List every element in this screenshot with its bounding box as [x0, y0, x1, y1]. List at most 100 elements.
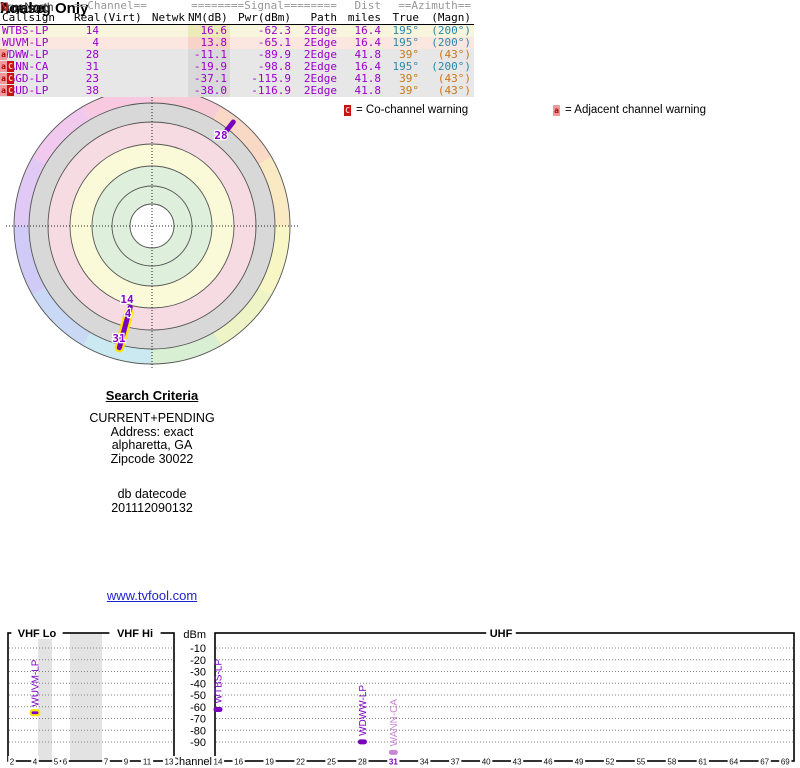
band-label: UHF	[490, 628, 513, 640]
col-nm: NM(dB)	[188, 12, 231, 25]
col-miles: miles	[340, 12, 385, 25]
station-signal-marker	[357, 739, 367, 745]
cell-virt	[102, 49, 144, 61]
dbm-tick-label: -80	[190, 725, 206, 737]
db-datecode-label: db datecode	[117, 487, 187, 501]
dbm-tick-label: -60	[190, 702, 206, 714]
channel-tick-label: 34	[420, 758, 429, 767]
dbm-tick-label: -20	[190, 655, 206, 667]
cell-netwk	[144, 73, 188, 85]
col-true: True	[384, 12, 423, 25]
adjacent-channel-warning-icon: a	[553, 104, 560, 116]
cell-virt	[102, 37, 144, 49]
channel-tick-label: 11	[143, 758, 152, 767]
legend-adjacent-channel: a = Adjacent channel warning	[553, 104, 706, 116]
station-signal-marker	[388, 749, 398, 755]
dbm-tick-label: -10	[190, 643, 206, 655]
search-zipcode: Zipcode 30022	[110, 451, 194, 466]
tvfool-report: house Analog Only TrueNorth N 28 14 4 31 aa…	[0, 0, 800, 768]
col-pwr: Pwr(dBm)	[230, 12, 295, 25]
station-table: ==Channel== ========Signal======== Dist …	[0, 0, 475, 97]
table-column-header-row: Callsign Real (Virt) Netwk NM(dB) Pwr(dB…	[0, 11, 475, 25]
dbm-tick-label: -40	[190, 678, 206, 690]
channel-axis-label: Channel	[171, 756, 212, 768]
channel-tick-label: 28	[358, 758, 367, 767]
legend-co-channel: C = Co-channel warning	[344, 104, 468, 116]
channel-tick-label: 55	[636, 758, 645, 767]
tvfool-link[interactable]: www.tvfool.com	[0, 588, 304, 603]
channel-tick-label: 43	[513, 758, 522, 767]
col-callsign: Callsign	[0, 12, 74, 25]
channel-tick-label: 25	[327, 758, 336, 767]
cell-path: 2Edge	[303, 84, 338, 97]
dbm-tick-label: -90	[190, 737, 206, 749]
search-criteria-heading: Search Criteria	[105, 388, 199, 403]
radar-channel-label-31: 31	[112, 332, 126, 345]
channel-tick-label: 19	[265, 758, 274, 767]
channel-tick-label: 61	[698, 758, 707, 767]
co-channel-warning-icon: C	[7, 85, 14, 96]
spectrum-gray-band	[70, 633, 102, 761]
cell-virt	[102, 61, 144, 73]
channel-tick-label: 52	[606, 758, 615, 767]
station-callsign-label: WTBS-LP	[214, 659, 225, 704]
cell-pwr: -116.9	[251, 84, 292, 97]
channel-tick-label: 69	[781, 758, 790, 767]
channel-tick-label: 2	[10, 758, 15, 767]
radar-channel-label-4: 4	[125, 307, 132, 320]
warning-icons-WBUD-LP: aC	[0, 85, 14, 96]
station-callsign-label: WUVM-LP	[31, 659, 42, 707]
channel-tick-label: 37	[451, 758, 460, 767]
channel-tick-label: 64	[729, 758, 738, 767]
station-row-WBUD-LP: WBUD-LP 38 -38.0 -116.9 2Edge 41.8 39° (43°)	[0, 84, 475, 97]
channel-tick-label: 40	[482, 758, 491, 767]
warning-icons-WANN-CA: aC	[0, 61, 14, 72]
band-label: VHF Hi	[117, 628, 153, 640]
cell-miles: 41.8	[354, 84, 382, 97]
station-WANN-CA: WANN-CA	[388, 699, 400, 755]
channel-tick-label: 6	[63, 758, 68, 767]
search-address-type: Address: exact	[110, 424, 194, 439]
warning-icons-WDWW-LP: a	[0, 49, 7, 60]
radar-channel-label-14: 14	[120, 293, 134, 306]
adjacent-channel-warning-icon: a	[0, 85, 7, 96]
cell-netwk	[144, 49, 188, 61]
cell-virt	[102, 73, 144, 85]
cell-netwk	[144, 61, 188, 73]
channel-tick-label: 22	[296, 758, 305, 767]
legend-co-channel-text: = Co-channel warning	[356, 104, 469, 116]
col-virt: (Virt)	[102, 12, 145, 25]
dbm-tick-label: -70	[190, 714, 206, 726]
station-table-wrap: aaCaCaC ==Channel== ========Signal======…	[0, 0, 475, 97]
cell-netwk	[144, 25, 188, 38]
channel-tick-label: 4	[33, 758, 38, 767]
adjacent-channel-warning-icon: a	[0, 73, 7, 84]
cell-magn: (43°)	[437, 84, 472, 97]
dbm-tick-label: -30	[190, 667, 206, 679]
station-callsign-label: WDWW-LP	[358, 685, 369, 736]
legend-adjacent-channel-text: = Adjacent channel warning	[565, 104, 706, 116]
station-WDWW-LP: WDWW-LP	[357, 685, 369, 745]
station-callsign-label: WANN-CA	[389, 699, 400, 747]
adjacent-channel-warning-icon: a	[0, 49, 7, 60]
cell-true_az: 39°	[399, 84, 420, 97]
col-real: Real	[74, 11, 102, 25]
signal-spectrum-chart: VHF Lo VHF Hi UHFdBm-10-20-30-40-50-60-70-…	[7, 626, 795, 768]
band-label: VHF Lo	[18, 628, 57, 640]
adjacent-channel-warning-icon: a	[0, 61, 7, 72]
channel-tick-label: 49	[575, 758, 584, 767]
azimuth-radar-chart: 28 144 31	[6, 82, 298, 368]
channel-tick-label: 46	[544, 758, 553, 767]
cell-netwk	[144, 37, 188, 49]
co-channel-warning-icon: C	[7, 73, 14, 84]
station-signal-marker	[29, 709, 41, 717]
channel-tick-label: 9	[124, 758, 129, 767]
warning-icons-WGGD-LP: aC	[0, 73, 14, 84]
col-netwk: Netwk	[144, 12, 189, 25]
channel-tick-label: 7	[104, 758, 109, 767]
station-signal-marker	[213, 706, 223, 712]
station-WTBS-LP: WTBS-LP	[213, 659, 225, 712]
channel-tick-label: 14	[214, 758, 223, 767]
channel-tick-label: 67	[760, 758, 769, 767]
channel-tick-label: 5	[54, 758, 59, 767]
